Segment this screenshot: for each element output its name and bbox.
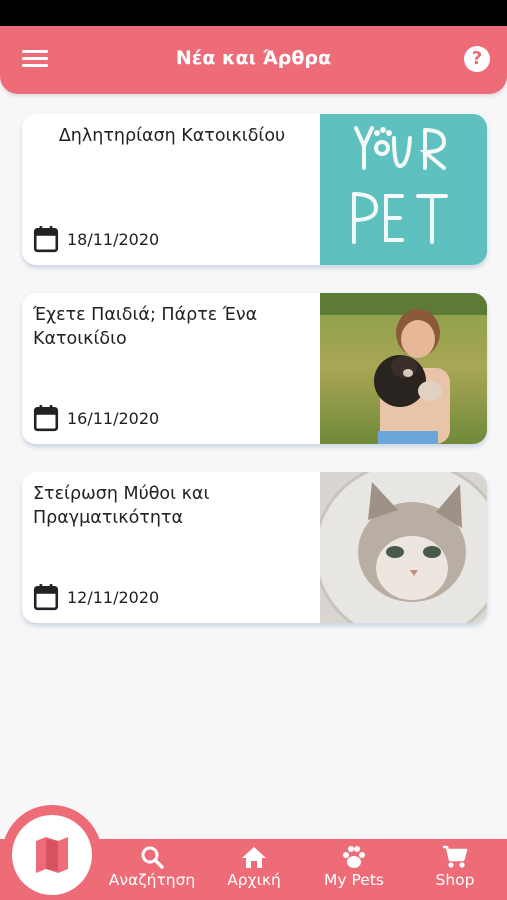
article-title: Στείρωση Μύθοι και Πραγματικότητα [33, 484, 210, 528]
help-icon[interactable]: ? [464, 46, 490, 72]
nav-search[interactable]: Αναζήτηση [104, 845, 200, 897]
nav-shop[interactable]: Shop [407, 845, 503, 897]
calendar-icon [33, 584, 59, 611]
nav-my-pets[interactable]: My Pets [306, 845, 402, 897]
home-icon [242, 847, 266, 868]
article-date: 18/11/2020 [67, 229, 160, 249]
girl-with-puppy-image [320, 293, 487, 444]
search-icon [141, 846, 164, 869]
nav-shop-label: Shop [435, 871, 475, 889]
article-date-row: 18/11/2020 [33, 225, 159, 253]
cart-icon [443, 845, 468, 868]
map-button[interactable] [12, 815, 92, 895]
article-title: Δηλητηρίαση Κατοικιδίου [58, 126, 286, 146]
article-title: Έχετε Παιδιά; Πάρτε Ένα Κατοικίδιο [33, 305, 258, 349]
cat-with-cone-image [320, 472, 487, 623]
your-pet-image [320, 114, 487, 265]
article-date: 12/11/2020 [67, 587, 160, 607]
article-date: 16/11/2020 [67, 408, 160, 428]
article-card[interactable]: Έχετε Παιδιά; Πάρτε Ένα Κατοικίδιο 16/11… [22, 293, 487, 444]
nav-home-label: Αρχική [227, 871, 281, 889]
map-icon [36, 837, 68, 873]
nav-my-pets-label: My Pets [324, 871, 384, 889]
paw-icon [343, 846, 365, 868]
app-header: Νέα και Άρθρα ? [0, 26, 507, 94]
calendar-icon [33, 226, 59, 253]
article-date-row: 12/11/2020 [33, 583, 159, 611]
status-bar [0, 0, 507, 26]
article-card[interactable]: Στείρωση Μύθοι και Πραγματικότητα 12/11/… [22, 472, 487, 623]
page-title: Νέα και Άρθρα [175, 47, 332, 69]
nav-search-label: Αναζήτηση [108, 871, 196, 889]
calendar-icon [33, 405, 59, 432]
nav-home[interactable]: Αρχική [206, 845, 302, 897]
article-date-row: 16/11/2020 [33, 404, 159, 432]
article-card[interactable]: Δηλητηρίαση Κατοικιδίου 18/11/2020 [22, 114, 487, 265]
